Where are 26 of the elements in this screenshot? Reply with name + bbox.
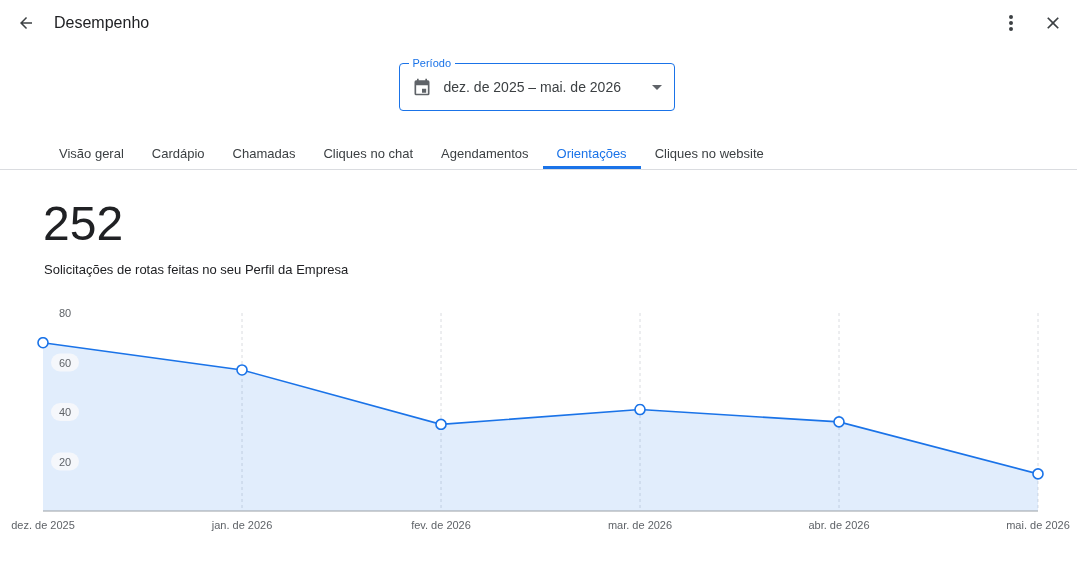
tab[interactable]: Cliques no website	[640, 129, 778, 169]
y-tick-label: 20	[58, 455, 72, 468]
y-tick-label: 20	[51, 452, 79, 471]
x-tick-label: dez. de 2025	[11, 519, 75, 531]
tab[interactable]: Chamadas	[218, 129, 310, 169]
y-tick-label: 80	[58, 307, 72, 319]
x-tick-label: jan. de 2026	[211, 519, 273, 531]
tab[interactable]: Cliques no chat	[309, 129, 428, 169]
y-tick-label: 60	[58, 356, 72, 369]
more-vert-icon	[1009, 14, 1013, 31]
page-title: Desempenho	[54, 13, 151, 32]
total-count: 252	[42, 196, 125, 252]
metric-description: Solicitações de rotas feitas no seu Perfil da Empresa	[43, 262, 350, 277]
dropdown-caret-icon	[651, 84, 662, 90]
y-tick-label: 40	[51, 403, 79, 421]
tab[interactable]: Agendamentos	[427, 129, 543, 169]
y-tick-label: 60	[51, 353, 79, 372]
x-tick-label: mai. de 2026	[1006, 519, 1070, 531]
x-tick-label: mar. de 2026	[607, 519, 673, 531]
tab[interactable]: Cardápio	[137, 129, 219, 169]
y-tick-label: 40	[58, 406, 72, 418]
field-label: Período	[408, 56, 456, 70]
x-tick-label: abr. de 2026	[808, 519, 870, 531]
tab[interactable]: Visão geral	[45, 129, 138, 169]
tab[interactable]: Orientações	[542, 129, 641, 169]
x-tick-label: fev. de 2026	[411, 519, 471, 531]
